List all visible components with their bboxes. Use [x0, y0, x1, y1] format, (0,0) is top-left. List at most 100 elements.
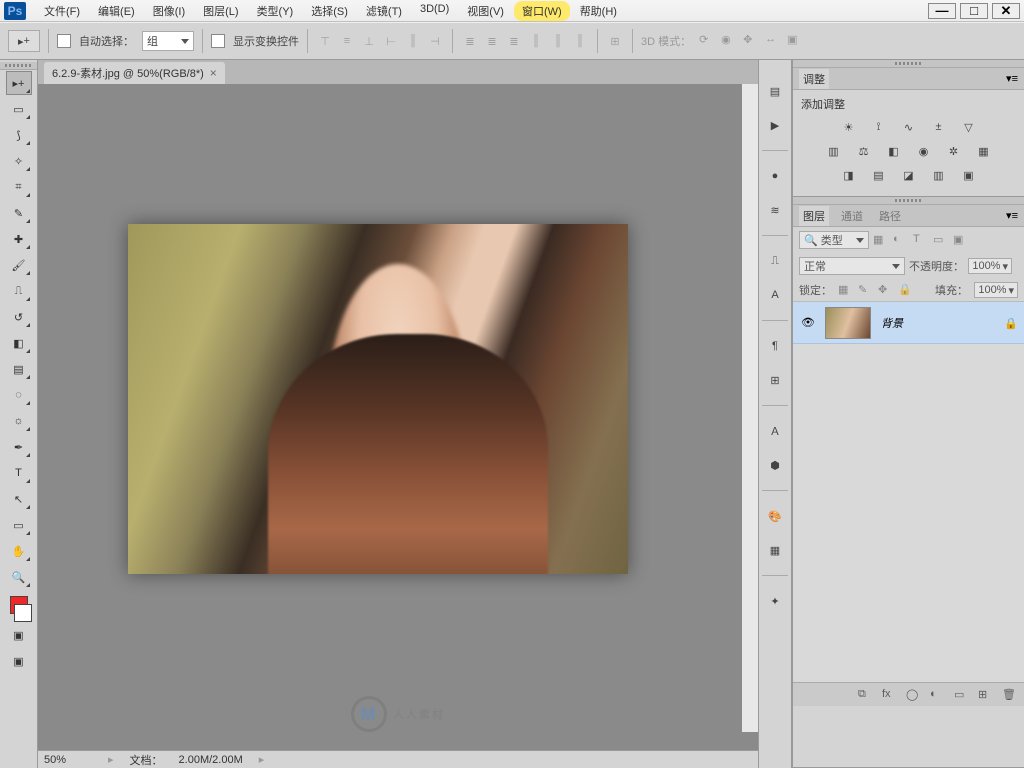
- zoom-tool[interactable]: 🔍: [6, 565, 32, 589]
- dist-hcenter-icon[interactable]: ║: [549, 32, 567, 50]
- pen-tool[interactable]: ✒: [6, 435, 32, 459]
- brush-tip-panel-icon[interactable]: ●: [764, 165, 786, 187]
- menu-滤镜[interactable]: 滤镜(T): [358, 1, 410, 21]
- brush-tool[interactable]: 🖌: [6, 253, 32, 277]
- lock-pixels-icon[interactable]: ✎: [858, 283, 872, 297]
- dist-top-icon[interactable]: ≣: [461, 32, 479, 50]
- align-vcenter-icon[interactable]: ≡: [338, 32, 356, 50]
- menu-图层[interactable]: 图层(L): [195, 1, 246, 21]
- panel-menu-icon[interactable]: ▾≡: [1006, 209, 1018, 222]
- swatches-panel-icon[interactable]: 🎨: [764, 505, 786, 527]
- clone-panel-icon[interactable]: ⎍: [764, 250, 786, 272]
- adj-poster-icon[interactable]: ▤: [869, 166, 889, 184]
- lock-transparency-icon[interactable]: ▦: [838, 283, 852, 297]
- quickmask-button[interactable]: ▣: [6, 623, 32, 647]
- zoom3d-icon[interactable]: ▣: [787, 33, 803, 49]
- adj-bw-icon[interactable]: ◧: [884, 142, 904, 160]
- tab-adjustments[interactable]: 调整: [799, 69, 829, 89]
- 3d-panel-icon[interactable]: ⬢: [764, 454, 786, 476]
- align-top-icon[interactable]: ⊤: [316, 32, 334, 50]
- para-panel-icon[interactable]: ¶: [764, 335, 786, 357]
- vertical-scrollbar[interactable]: [742, 84, 758, 732]
- opacity-field[interactable]: 100%▾: [968, 258, 1012, 274]
- menu-窗口[interactable]: 窗口(W): [514, 1, 570, 21]
- lock-position-icon[interactable]: ✥: [878, 283, 892, 297]
- adj-levels-icon[interactable]: ⟟: [869, 118, 889, 136]
- menu-类型[interactable]: 类型(Y): [249, 1, 302, 21]
- lasso-tool[interactable]: ⟆: [6, 123, 32, 147]
- eyedropper-tool[interactable]: ✎: [6, 201, 32, 225]
- filter-smart-icon[interactable]: ▣: [953, 233, 969, 247]
- history-panel-icon[interactable]: ▤: [764, 80, 786, 102]
- blur-tool[interactable]: ◌: [6, 383, 32, 407]
- dist-right-icon[interactable]: ║: [571, 32, 589, 50]
- adj-mixer-icon[interactable]: ✲: [944, 142, 964, 160]
- adj-lut-icon[interactable]: ▦: [974, 142, 994, 160]
- adj-selective-icon[interactable]: ▣: [959, 166, 979, 184]
- layer-mask-button[interactable]: ◯: [906, 688, 920, 702]
- dist-left-icon[interactable]: ║: [527, 32, 545, 50]
- toolbox-grip[interactable]: [0, 62, 37, 70]
- roll-icon[interactable]: ◉: [721, 33, 737, 49]
- dist-bottom-icon[interactable]: ≣: [505, 32, 523, 50]
- panel-grip[interactable]: [793, 197, 1024, 205]
- layer-adjustment-button[interactable]: ◐: [930, 688, 944, 702]
- marquee-tool[interactable]: ▭: [6, 97, 32, 121]
- screenmode-button[interactable]: ▣: [6, 649, 32, 673]
- panels-grip[interactable]: [793, 60, 1024, 68]
- move-tool[interactable]: ▸+: [6, 71, 32, 95]
- slide-icon[interactable]: ↔: [765, 33, 781, 49]
- auto-select-dropdown[interactable]: 组: [142, 31, 194, 51]
- auto-select-checkbox[interactable]: [57, 34, 71, 48]
- adj-curves-icon[interactable]: ∿: [899, 118, 919, 136]
- lock-all-icon[interactable]: 🔒: [898, 283, 912, 297]
- eraser-tool[interactable]: ◧: [6, 331, 32, 355]
- layer-name[interactable]: 背景: [881, 315, 994, 331]
- adj-balance-icon[interactable]: ⚖: [854, 142, 874, 160]
- adj-threshold-icon[interactable]: ◪: [899, 166, 919, 184]
- filter-type-icon[interactable]: T: [913, 233, 929, 247]
- path-select-tool[interactable]: ↖: [6, 487, 32, 511]
- orbit-icon[interactable]: ⟳: [699, 33, 715, 49]
- close-icon[interactable]: ×: [210, 66, 217, 80]
- fill-field[interactable]: 100%▾: [974, 282, 1018, 298]
- tab-channels[interactable]: 通道: [837, 206, 867, 226]
- filter-kind-dropdown[interactable]: 🔍类型: [799, 231, 869, 249]
- char-panel-icon[interactable]: A: [764, 284, 786, 306]
- background-color[interactable]: [14, 604, 32, 622]
- tab-layers[interactable]: 图层: [799, 206, 829, 226]
- canvas[interactable]: M 人人素材: [38, 84, 758, 750]
- align-bottom-icon[interactable]: ⊥: [360, 32, 378, 50]
- adj-gradient-map-icon[interactable]: ▥: [929, 166, 949, 184]
- menu-视图[interactable]: 视图(V): [459, 1, 512, 21]
- close-button[interactable]: ✕: [992, 3, 1020, 19]
- crop-tool[interactable]: ⌗: [6, 175, 32, 199]
- show-transform-checkbox[interactable]: [211, 34, 225, 48]
- layer-new-button[interactable]: ⊞: [978, 688, 992, 702]
- visibility-icon[interactable]: 👁: [801, 316, 815, 330]
- glyph-a-panel-icon[interactable]: Ａ: [764, 420, 786, 442]
- glyph-panel-icon[interactable]: ⊞: [764, 369, 786, 391]
- stamp-tool[interactable]: ⎍: [6, 279, 32, 303]
- menu-编辑[interactable]: 编辑(E): [90, 1, 143, 21]
- filter-shape-icon[interactable]: ▭: [933, 233, 949, 247]
- adj-invert-icon[interactable]: ◨: [839, 166, 859, 184]
- healing-tool[interactable]: ✚: [6, 227, 32, 251]
- type-tool[interactable]: T: [6, 461, 32, 485]
- adj-triangle-icon[interactable]: ▽: [959, 118, 979, 136]
- filter-pixel-icon[interactable]: ▦: [873, 233, 889, 247]
- rectangle-tool[interactable]: ▭: [6, 513, 32, 537]
- filter-adjust-icon[interactable]: ◐: [893, 233, 909, 247]
- adj-exposure-icon[interactable]: ±: [929, 118, 949, 136]
- menu-文件[interactable]: 文件(F): [36, 1, 88, 21]
- maximize-button[interactable]: □: [960, 3, 988, 19]
- swatches2-panel-icon[interactable]: ▦: [764, 539, 786, 561]
- adj-brightness-icon[interactable]: ☀: [839, 118, 859, 136]
- minimize-button[interactable]: —: [928, 3, 956, 19]
- dist-vcenter-icon[interactable]: ≣: [483, 32, 501, 50]
- layer-trash-button[interactable]: 🗑: [1002, 688, 1016, 702]
- adj-photo-filter-icon[interactable]: ◉: [914, 142, 934, 160]
- layer-row[interactable]: 👁背景🔒: [793, 302, 1024, 344]
- pan-icon[interactable]: ✥: [743, 33, 759, 49]
- move-tool-indicator[interactable]: ▸+: [8, 30, 40, 52]
